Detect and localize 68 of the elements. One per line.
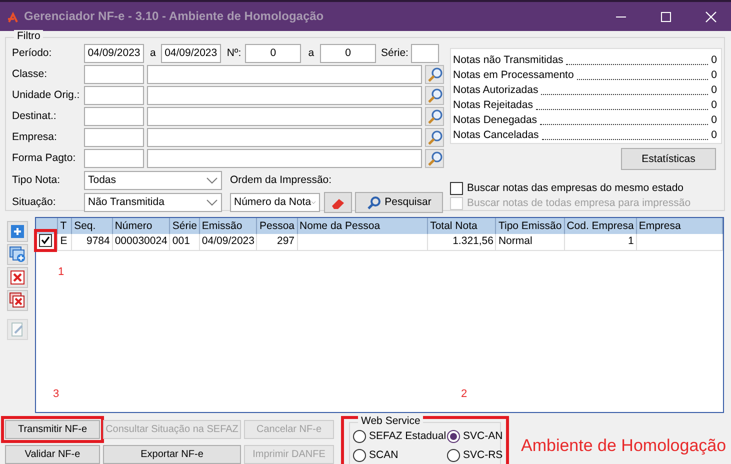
stat-label: Notas não Transmitidas [453,54,564,67]
table-cell: 1.321,56 [428,234,496,250]
environment-label: Ambiente de Homologação [521,436,726,456]
field-label: Situação: [12,196,57,209]
table-cell: 1 [564,234,636,250]
annotation-number: 3 [53,388,60,402]
column-header[interactable]: Número [112,218,170,234]
field-label: a [150,47,156,60]
column-header[interactable]: Cod. Empresa [564,218,636,234]
stat-value: 0 [711,54,717,67]
column-header[interactable]: Total Nota [428,218,496,234]
table-cell: 9784 [72,234,112,250]
field-label: Classe: [12,68,48,81]
field-label: Empresa: [12,131,58,144]
search-button[interactable]: Pesquisar [355,192,443,213]
field-label: Tipo Nota: [12,174,62,187]
dropdown[interactable]: Todas [84,171,222,190]
field-label: Ordem da Impressão: [230,174,332,187]
stat-label: Notas Rejeitadas [453,99,533,112]
number-field[interactable]: 0 [245,44,302,63]
action-button[interactable]: Validar NF-e [5,445,100,464]
field-label: Período: [12,47,53,60]
radio-label: SVC-AN [463,430,503,442]
checkbox-label: Buscar notas das empresas do mesmo estado [467,182,684,195]
radio-label: SEFAZ Estadual [369,430,446,442]
column-header[interactable]: Seq. [72,218,112,234]
field-label: Destinat.: [12,110,58,123]
stat-value: 0 [711,129,717,142]
field-label: Nº: [226,47,242,60]
field-label: a [308,47,314,60]
column-header[interactable]: Pessoa [256,218,298,234]
stat-label: Notas em Processamento [453,69,574,82]
statistics-button[interactable]: Estatísticas [621,148,716,170]
field-label: Forma Pagto: [12,152,77,165]
column-header[interactable]: Tipo Emissão [496,218,564,234]
dropdown[interactable]: Número da Nota [230,193,320,212]
window-title: Gerenciador NF-e - 3.10 - Ambiente de Homologação [24,9,324,24]
stat-label: Notas Autorizadas [453,84,538,97]
table-cell: 297 [256,234,298,250]
column-header[interactable]: Emissão [199,218,257,234]
table-cell: 000030024 [112,234,170,250]
checkbox-label: Buscar notas de todas empresa para impressão [467,197,691,210]
stat-value: 0 [711,84,717,97]
field-label: Unidade Orig.: [12,89,81,102]
number-field[interactable]: 0 [320,44,376,63]
stat-label: Notas Canceladas [453,129,539,142]
date-field[interactable]: 04/09/2023 [160,44,221,63]
table-cell: 001 [170,234,200,250]
field-label: Série: [381,47,408,60]
action-button[interactable]: Exportar NF-e [103,445,241,464]
annotation-number: 1 [58,266,64,280]
annotation-number: 2 [461,388,468,402]
column-header[interactable]: Série [170,218,200,234]
column-header[interactable]: T [58,218,72,234]
column-header[interactable]: Nome da Pessoa [297,218,428,234]
column-header[interactable]: Empresa [636,218,722,234]
dropdown[interactable]: Não Transmitida [84,193,222,212]
stat-value: 0 [711,99,717,112]
stat-value: 0 [711,114,717,127]
stat-label: Notas Denegadas [453,114,538,127]
radio-label: SVC-RS [463,449,503,462]
stat-value: 0 [711,69,717,82]
radio-label: SCAN [369,449,398,462]
date-field[interactable]: 04/09/2023 [84,44,144,63]
table-cell: 04/09/2023 [199,234,257,250]
table-cell: E [58,234,72,250]
action-button[interactable]: Transmitir NF-e [5,420,100,439]
table-cell: Normal [496,234,564,250]
